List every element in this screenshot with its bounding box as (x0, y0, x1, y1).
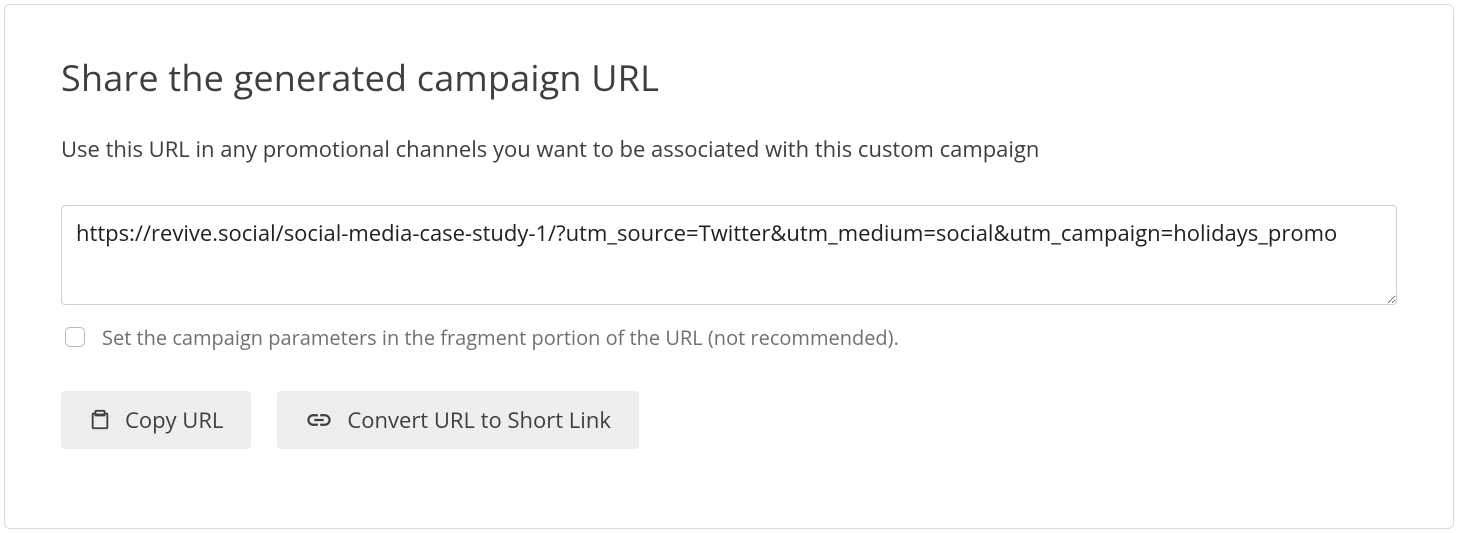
fragment-checkbox-label[interactable]: Set the campaign parameters in the fragm… (102, 324, 899, 351)
link-icon (305, 411, 333, 429)
convert-short-link-button-label: Convert URL to Short Link (347, 405, 611, 435)
share-url-card: Share the generated campaign URL Use thi… (4, 4, 1454, 529)
copy-url-button-label: Copy URL (125, 405, 223, 435)
section-subheading: Use this URL in any promotional channels… (61, 134, 1397, 165)
button-row: Copy URL Convert URL to Short Link (61, 391, 1397, 449)
section-heading: Share the generated campaign URL (61, 53, 1397, 102)
generated-url-textarea[interactable]: https://revive.social/social-media-case-… (61, 205, 1397, 305)
fragment-option-row: Set the campaign parameters in the fragm… (61, 324, 1397, 351)
fragment-checkbox[interactable] (65, 327, 85, 347)
convert-short-link-button[interactable]: Convert URL to Short Link (277, 391, 639, 449)
clipboard-icon (89, 409, 111, 431)
copy-url-button[interactable]: Copy URL (61, 391, 251, 449)
